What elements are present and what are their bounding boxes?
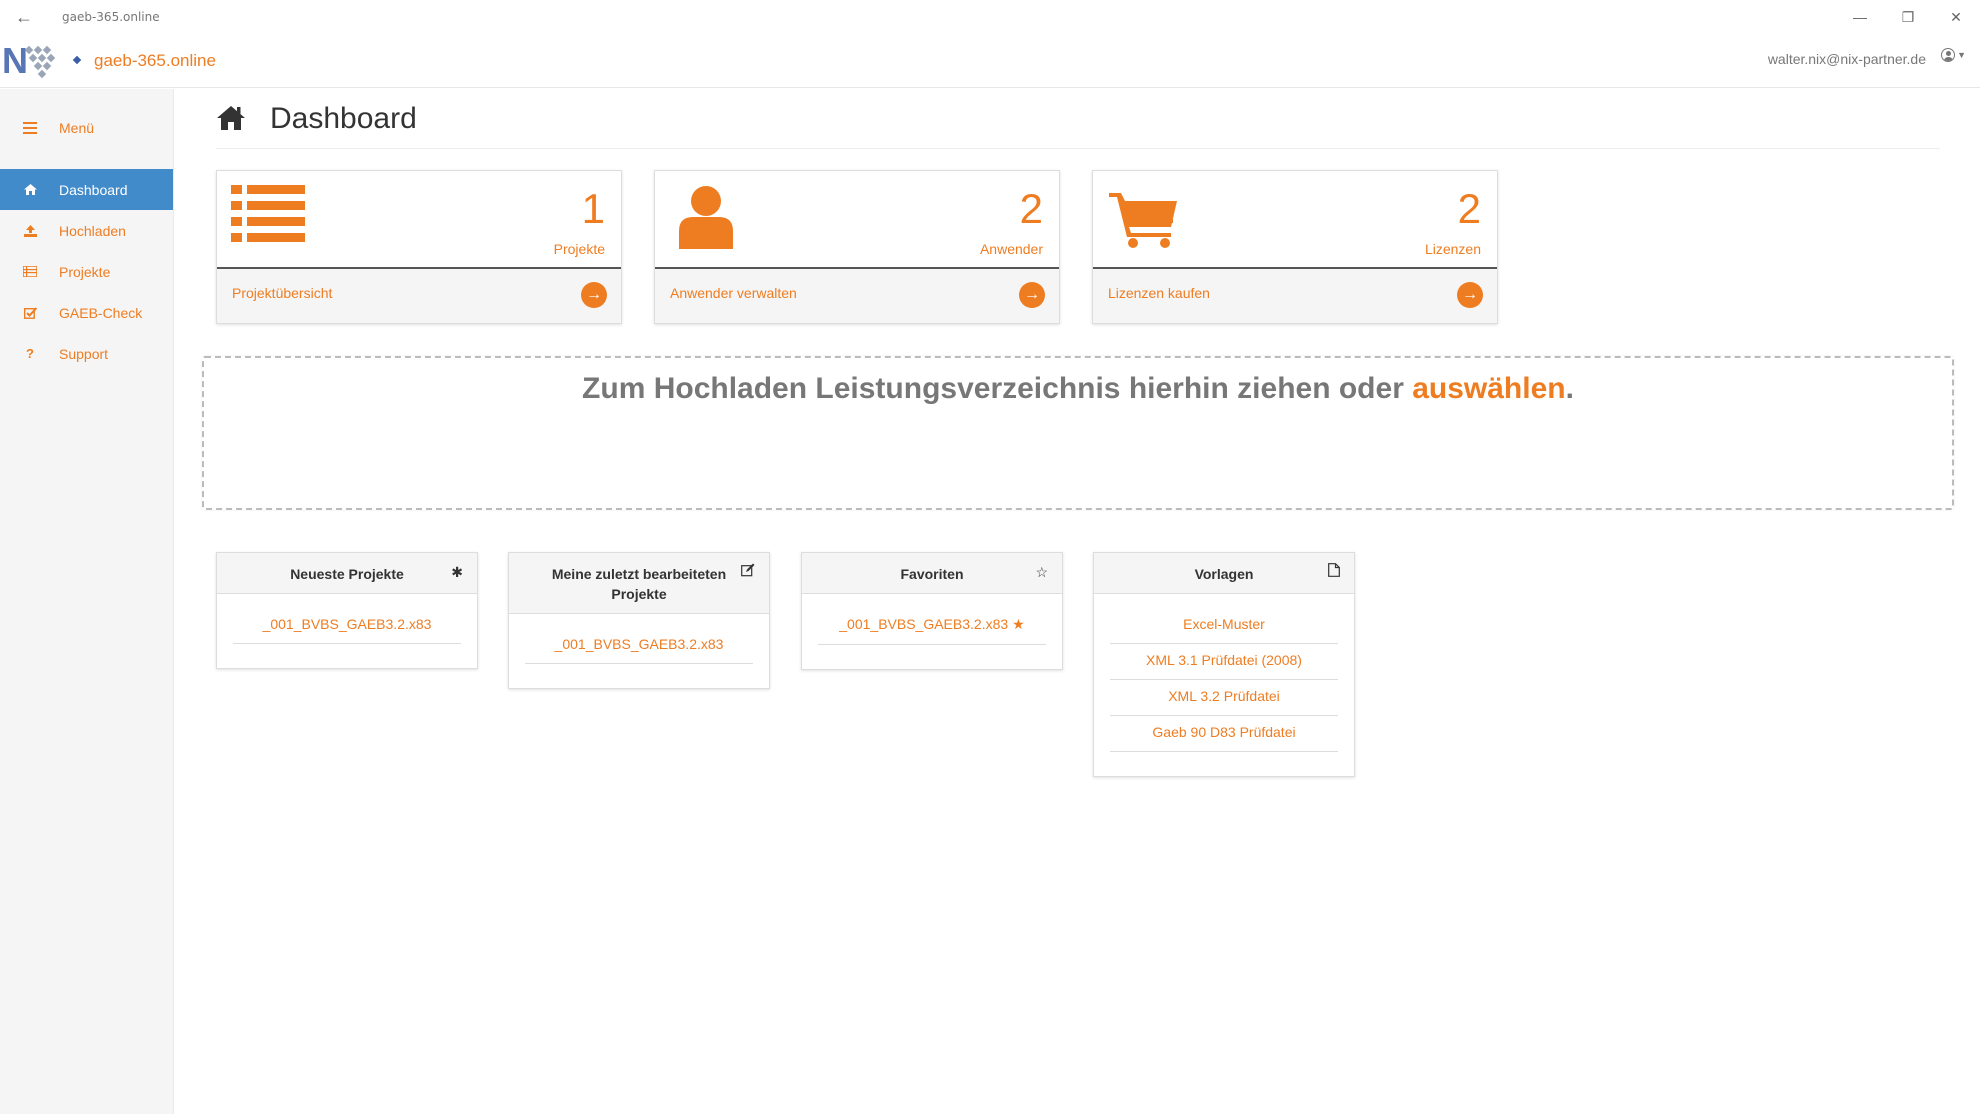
sidebar-menu-toggle[interactable]: Menü xyxy=(0,107,173,148)
check-square-icon xyxy=(20,306,40,319)
file-icon xyxy=(1328,562,1340,582)
sidebar-item-projekte[interactable]: Projekte xyxy=(0,251,173,292)
restore-icon[interactable]: ❐ xyxy=(1884,0,1932,34)
close-icon[interactable]: ✕ xyxy=(1932,0,1980,34)
arrow-circle-right-icon: → xyxy=(581,282,607,308)
home-icon xyxy=(20,184,40,195)
star-outline-icon: ☆ xyxy=(1035,564,1048,580)
stat-card-projekte: 1 Projekte Projektübersicht → xyxy=(216,170,622,324)
anwender-verwalten-link[interactable]: Anwender verwalten → xyxy=(655,269,1059,323)
window-controls: — ❐ ✕ xyxy=(1836,0,1980,34)
dropzone-message: Zum Hochladen Leistungsverzeichnis hierh… xyxy=(204,372,1952,406)
arrow-circle-right-icon: → xyxy=(1457,282,1483,308)
sidebar-item-label: Hochladen xyxy=(59,222,126,239)
template-link[interactable]: XML 3.1 Prüfdatei (2008) xyxy=(1110,644,1338,680)
question-icon: ? xyxy=(26,346,34,361)
sidebar-item-label: GAEB-Check xyxy=(59,304,143,321)
upload-icon xyxy=(20,224,40,237)
star-icon[interactable]: ★ xyxy=(1012,616,1025,632)
template-link[interactable]: Gaeb 90 D83 Prüfdatei xyxy=(1110,716,1338,752)
projekte-label: Projekte xyxy=(553,241,605,257)
user-email[interactable]: walter.nix@nix-partner.de xyxy=(1768,51,1926,67)
panel-vorlagen: Vorlagen Excel-Muster XML 3.1 Prüfdatei … xyxy=(1093,552,1355,777)
panel-zuletzt-bearbeitet: Meine zuletzt bearbeiteten Projekte _001… xyxy=(508,552,770,689)
cart-icon xyxy=(1109,191,1179,254)
page-header: Dashboard xyxy=(216,89,1940,149)
window-title: gaeb-365.online xyxy=(62,10,160,24)
sidebar-item-hochladen[interactable]: Hochladen xyxy=(0,210,173,251)
lizenzen-label: Lizenzen xyxy=(1424,241,1481,257)
home-icon xyxy=(216,105,248,133)
panel-header: Meine zuletzt bearbeiteten Projekte xyxy=(509,553,769,614)
projektuebersicht-link[interactable]: Projektübersicht → xyxy=(217,269,621,323)
lizenzen-count: 2 xyxy=(1457,185,1481,232)
anwender-label: Anwender xyxy=(979,241,1043,257)
list-icon xyxy=(231,185,305,248)
panel-favoriten: Favoriten ☆ _001_BVBS_GAEB3.2.x83 ★ xyxy=(801,552,1063,670)
stat-card-lizenzen: 2 Lizenzen Lizenzen kaufen → xyxy=(1092,170,1498,324)
select-file-link[interactable]: auswählen xyxy=(1412,372,1565,405)
user-icon xyxy=(679,185,733,254)
main-content: Dashboard 1 Projekte Projektübersicht → xyxy=(174,89,1980,1114)
template-link[interactable]: Excel-Muster xyxy=(1110,608,1338,644)
panel-header: Neueste Projekte ✱ xyxy=(217,553,477,594)
sidebar-menu-label: Menü xyxy=(59,119,95,136)
window-titlebar: ← gaeb-365.online — ❐ ✕ xyxy=(0,0,1980,34)
edit-icon xyxy=(741,562,755,582)
dropzone-suffix: . xyxy=(1565,372,1574,405)
panel-title: Vorlagen xyxy=(1194,566,1254,582)
panel-neueste-projekte: Neueste Projekte ✱ _001_BVBS_GAEB3.2.x83 xyxy=(216,552,478,669)
panel-title: Meine zuletzt bearbeiteten Projekte xyxy=(551,566,727,602)
panel-title: Neueste Projekte xyxy=(290,566,404,582)
sidebar-item-label: Projekte xyxy=(59,263,111,280)
panel-header: Vorlagen xyxy=(1094,553,1354,594)
upload-dropzone[interactable]: Zum Hochladen Leistungsverzeichnis hierh… xyxy=(202,356,1954,510)
template-link[interactable]: XML 3.2 Prüfdatei xyxy=(1110,680,1338,716)
user-circle-icon xyxy=(1941,48,1956,62)
page-title: Dashboard xyxy=(270,101,417,135)
project-link[interactable]: _001_BVBS_GAEB3.2.x83 xyxy=(233,608,461,644)
app-header: N gaeb-365.online walter.nix@nix-partner… xyxy=(0,34,1980,88)
sidebar-item-support[interactable]: ? Support xyxy=(0,333,173,374)
sidebar-item-label: Dashboard xyxy=(59,181,128,198)
panel-title: Favoriten xyxy=(900,566,964,582)
panel-header: Favoriten ☆ xyxy=(802,553,1062,594)
favorite-project-row[interactable]: _001_BVBS_GAEB3.2.x83 ★ xyxy=(818,608,1046,645)
svg-text:N: N xyxy=(2,41,28,81)
projekte-count: 1 xyxy=(581,185,605,232)
stat-card-anwender: 2 Anwender Anwender verwalten → xyxy=(654,170,1060,324)
bars-icon xyxy=(20,121,40,134)
project-link[interactable]: _001_BVBS_GAEB3.2.x83 xyxy=(525,628,753,664)
list-icon xyxy=(20,266,40,277)
back-arrow-icon[interactable]: ← xyxy=(0,7,48,28)
sidebar-item-label: Support xyxy=(59,345,109,362)
brand-name[interactable]: gaeb-365.online xyxy=(94,51,216,71)
user-menu-toggle[interactable]: ▼ xyxy=(1941,48,1966,62)
sidebar-item-dashboard[interactable]: Dashboard xyxy=(0,169,173,210)
lizenzen-kaufen-link[interactable]: Lizenzen kaufen → xyxy=(1093,269,1497,323)
sidebar: Menü Dashboard Hochladen Projekte GAEB-C… xyxy=(0,89,174,1114)
caret-down-icon: ▼ xyxy=(1957,50,1966,60)
stat-link-label: Anwender verwalten xyxy=(670,285,797,301)
project-link[interactable]: _001_BVBS_GAEB3.2.x83 xyxy=(839,616,1008,632)
asterisk-icon: ✱ xyxy=(451,564,463,580)
anwender-count: 2 xyxy=(1019,185,1043,232)
arrow-circle-right-icon: → xyxy=(1019,282,1045,308)
stat-link-label: Lizenzen kaufen xyxy=(1108,285,1210,301)
nix-logo[interactable]: N xyxy=(2,40,82,81)
stat-link-label: Projektübersicht xyxy=(232,285,333,301)
minimize-icon[interactable]: — xyxy=(1836,0,1884,34)
sidebar-item-gaeb-check[interactable]: GAEB-Check xyxy=(0,292,173,333)
dropzone-text: Zum Hochladen Leistungsverzeichnis hierh… xyxy=(582,372,1413,405)
